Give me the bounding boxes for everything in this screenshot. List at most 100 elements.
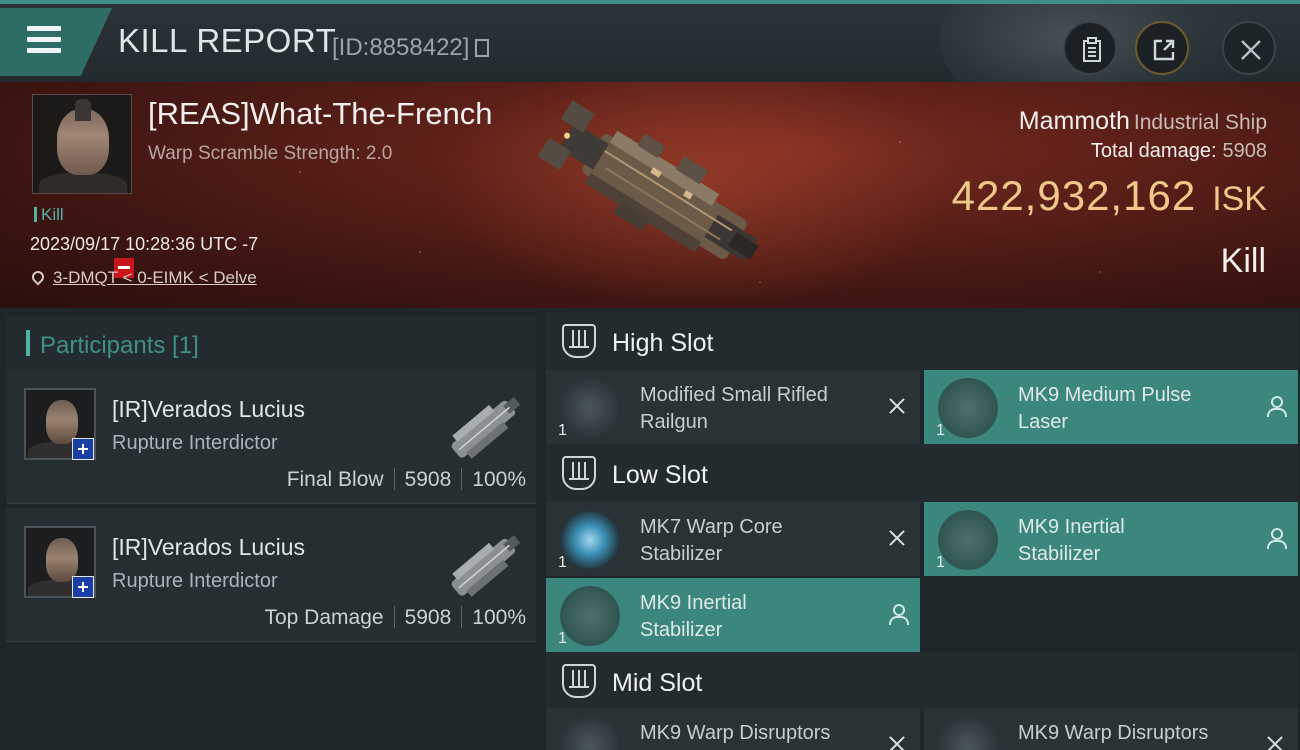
location-text: 3-DMQT < 0-EIMK < Delve [53,268,257,287]
kill-result: Kill [1220,242,1266,280]
isk-value-line: 422,932,162 ISK [952,172,1267,220]
module-qty: 1 [558,554,567,571]
destroyed-icon [888,734,906,750]
total-damage-value: 5908 [1222,140,1268,162]
module-name-line2: Stabilizer [1018,543,1101,565]
share-button[interactable] [1135,21,1189,75]
fitting-panel: High Slot 1 Modified Small Rifled Railgun… [540,308,1300,750]
menu-icon [27,26,61,54]
close-button[interactable] [1222,21,1276,75]
slot-rack-icon [562,664,596,698]
dropped-icon [1266,528,1287,549]
participant-card[interactable]: [IR]Verados Lucius Rupture Interdictor T… [6,508,536,642]
module-name-line2: Stabilizer [640,543,723,565]
module-name-line1: Modified Small Rifled [640,384,828,406]
module-item[interactable]: 1 MK9 Medium Pulse Laser [924,370,1298,444]
dropped-icon [888,604,909,625]
kill-location-link[interactable]: 3-DMQT < 0-EIMK < Delve [29,268,257,288]
participants-header: Participants [1] [6,316,536,370]
participant-ship: Rupture Interdictor [112,570,278,592]
module-name: MK7 Warp Core Stabilizer [640,514,890,568]
participant-ship-image [451,397,521,459]
participant-label: Final Blow [286,468,384,491]
standing-plus-icon [72,576,94,598]
participant-percent: 100% [472,606,526,629]
victim-ship-image [537,100,759,262]
report-id: [ID:8858422] [332,34,490,62]
module-item[interactable]: 1 MK9 Inertial Stabilizer [924,502,1298,576]
menu-button[interactable] [0,8,112,76]
slot-rack-icon [562,324,596,358]
participant-damage: 5908 [404,606,452,629]
participants-title: Participants [1] [40,332,199,359]
high-slot-title: High Slot [612,329,714,357]
slot-rack-icon [562,456,596,490]
participant-ship-image [451,535,521,597]
module-item[interactable]: 1 MK9 Warp Disruptors [924,708,1298,750]
module-qty: 1 [936,422,945,439]
total-damage-line: Total damage: 5908 [1091,140,1267,163]
module-name: MK9 Warp Disruptors [1018,720,1268,747]
isk-value: 422,932,162 [951,172,1197,219]
warp-disruptor-icon [560,716,620,750]
participant-name: [IR]Verados Lucius [112,534,306,560]
ship-name-line: Mammoth Industrial Ship [1019,107,1267,136]
module-item[interactable]: 1 MK9 Warp Disruptors [546,708,920,750]
module-name-line2: Stabilizer [640,619,723,641]
module-qty: 1 [936,554,945,571]
railgun-icon [560,378,620,438]
module-name: MK9 Warp Disruptors [640,720,890,747]
victim-portrait[interactable] [32,94,132,194]
module-item[interactable]: 1 MK9 Inertial Stabilizer [546,578,920,652]
dropped-icon [1266,396,1287,417]
kill-banner: [REAS]What-The-French Warp Scramble Stre… [0,82,1300,308]
module-item[interactable]: 1 Modified Small Rifled Railgun [546,370,920,444]
destroyed-icon [888,528,906,548]
module-item[interactable]: 1 MK7 Warp Core Stabilizer [546,502,920,576]
destroyed-icon [888,396,906,416]
clipboard-button[interactable] [1063,21,1117,75]
victim-name[interactable]: [REAS]What-The-French [148,96,493,132]
top-bar: KILL REPORT [ID:8858422] [0,0,1300,82]
mid-slot-title: Mid Slot [612,669,703,697]
kill-tag: Kill [34,205,64,225]
participant-card[interactable]: [IR]Verados Lucius Rupture Interdictor F… [6,370,536,504]
ship-name[interactable]: Mammoth [1019,107,1130,135]
standing-plus-icon [72,438,94,460]
module-name-line1: MK9 Warp Disruptors [640,722,831,744]
total-damage-label: Total damage: [1090,140,1217,162]
module-qty: 1 [558,630,567,647]
low-slot-title: Low Slot [612,461,708,489]
location-pin-icon [29,268,47,286]
module-name-line1: MK7 Warp Core [640,516,783,538]
participant-percent: 100% [472,468,526,491]
module-name: MK9 Inertial Stabilizer [1018,514,1268,568]
warp-disruptor-icon [938,716,998,750]
module-name-line1: MK9 Medium Pulse [1018,384,1192,406]
module-name-line1: MK9 Inertial [1018,516,1125,538]
ship-class: Industrial Ship [1133,111,1267,134]
module-name-line1: MK9 Inertial [640,592,747,614]
module-qty: 1 [558,422,567,439]
participant-label: Top Damage [264,606,384,629]
pulse-laser-icon [938,378,998,438]
warp-core-stabilizer-icon [560,510,620,570]
module-name: MK9 Inertial Stabilizer [640,590,890,644]
share-icon [1153,39,1175,61]
isk-unit: ISK [1212,180,1267,218]
copy-icon[interactable] [475,39,490,57]
report-id-text: [ID:8858422] [332,34,470,61]
mid-slot-header: Mid Slot [546,652,1298,712]
module-name-line2: Laser [1018,411,1069,433]
inertial-stabilizer-icon [560,586,620,646]
participants-panel: Participants [1] [IR]Verados Lucius Rupt… [0,308,540,750]
victim-scramble-strength: Warp Scramble Strength: 2.0 [148,143,393,164]
close-icon [1241,40,1261,60]
clipboard-icon [1083,37,1101,62]
module-name-line1: MK9 Warp Disruptors [1018,722,1209,744]
destroyed-icon [1266,734,1284,750]
participant-damage: 5908 [404,468,452,491]
low-slot-header: Low Slot [546,444,1298,504]
high-slot-header: High Slot [546,312,1298,372]
module-name: MK9 Medium Pulse Laser [1018,382,1268,436]
